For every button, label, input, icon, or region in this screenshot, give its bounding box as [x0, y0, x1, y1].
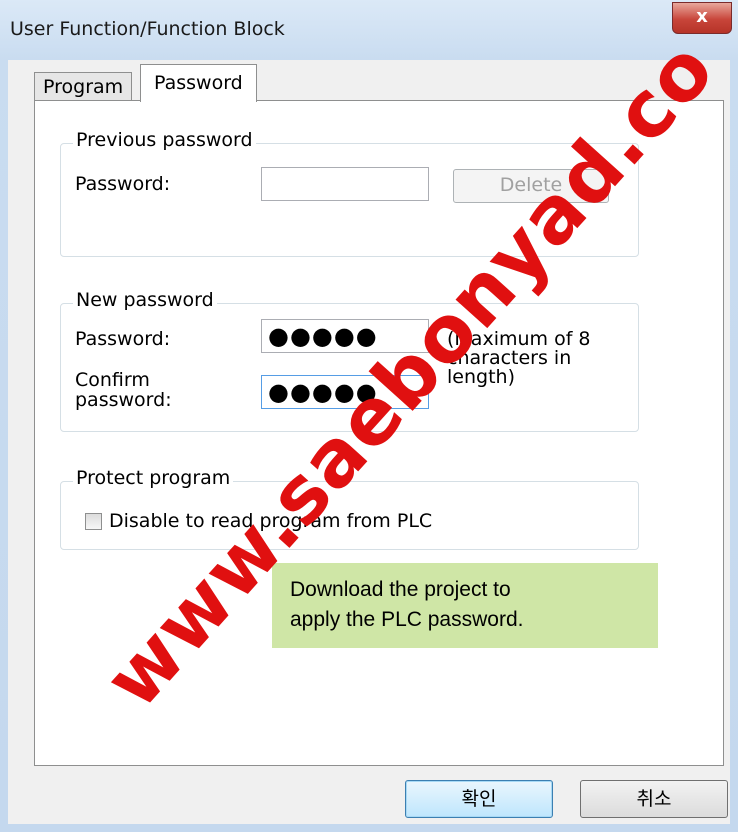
dialog-client-area: Program Password Previous password Passw…: [8, 60, 730, 824]
previous-password-group-title: Previous password: [73, 129, 256, 151]
download-note-line2: apply the PLC password.: [290, 608, 524, 631]
download-note-line1: Download the project to: [290, 578, 511, 601]
disable-read-checkbox-label[interactable]: Disable to read program from PLC: [109, 510, 432, 532]
confirm-password-field[interactable]: ●●●●●: [261, 375, 429, 409]
new-password-group-title: New password: [73, 289, 217, 311]
close-button[interactable]: x: [672, 2, 732, 34]
tab-password[interactable]: Password: [140, 64, 257, 102]
confirm-password-label-line2: password:: [75, 389, 172, 411]
delete-button[interactable]: Delete: [453, 169, 609, 203]
previous-password-label: Password:: [75, 173, 171, 195]
max-length-hint-line3: length): [447, 366, 515, 388]
protect-program-group-title: Protect program: [73, 467, 234, 489]
new-password-label: Password:: [75, 328, 171, 350]
new-password-field[interactable]: ●●●●●: [261, 319, 429, 353]
password-tab-panel: Previous password Password: Delete New p…: [34, 100, 724, 766]
disable-read-checkbox[interactable]: [85, 513, 102, 530]
ok-button[interactable]: 확인: [405, 780, 553, 818]
tab-program[interactable]: Program: [34, 72, 133, 101]
close-icon[interactable]: x: [696, 6, 708, 27]
window-title: User Function/Function Block: [10, 18, 285, 40]
cancel-button[interactable]: 취소: [580, 780, 728, 818]
dialog-window: User Function/Function Block x Program P…: [0, 0, 738, 832]
download-note: Download the project to apply the PLC pa…: [272, 563, 658, 648]
previous-password-field[interactable]: [261, 167, 429, 201]
confirm-password-label-line1: Confirm: [75, 369, 150, 391]
